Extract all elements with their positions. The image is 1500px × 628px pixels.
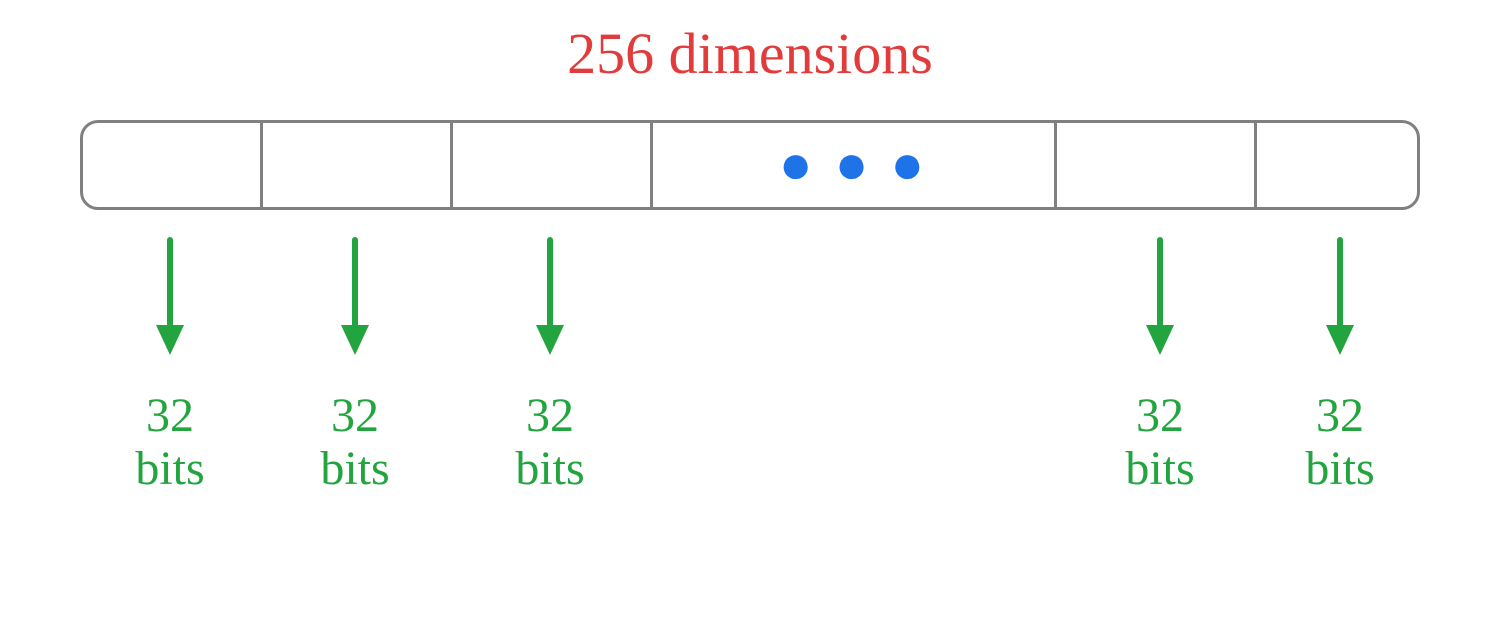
arrow-down-icon [150,230,190,360]
vector-cell [263,123,453,207]
vector-cell [453,123,653,207]
bits-label: 32bits [320,390,389,496]
arrow-down-icon [530,230,570,360]
arrow-down-icon [335,230,375,360]
arrow-col: 32bits [100,230,240,496]
ellipsis-cell: ● ● ● [653,123,1057,207]
bits-label: 32bits [135,390,204,496]
arrow-col: 32bits [285,230,425,496]
arrow-down-icon [1320,230,1360,360]
diagram-title: 256 dimensions [0,20,1500,87]
ellipsis-dots: ● ● ● [779,133,928,197]
arrow-col: 32bits [1090,230,1230,496]
vector-cell [83,123,263,207]
arrow-down-icon [1140,230,1180,360]
vector-cell [1257,123,1417,207]
vector-cell [1057,123,1257,207]
vector-box: ● ● ● [80,120,1420,210]
arrow-col: 32bits [1270,230,1410,496]
bits-label: 32bits [515,390,584,496]
bits-label: 32bits [1125,390,1194,496]
arrow-col: 32bits [480,230,620,496]
bits-label: 32bits [1305,390,1374,496]
